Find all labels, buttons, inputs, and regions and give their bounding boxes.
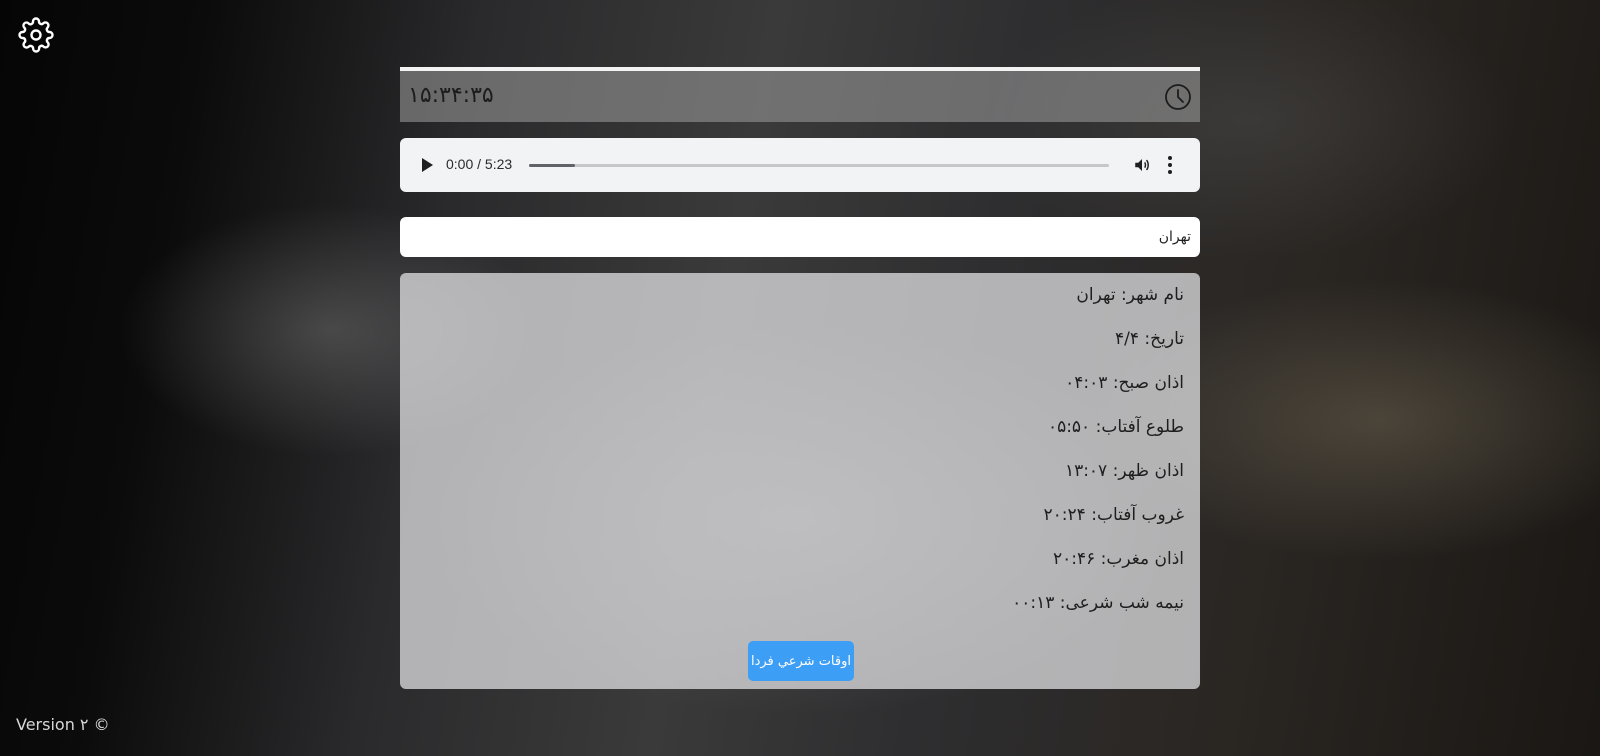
- sunset-row: غروب آفتاب: ۲۰:۲۴: [1043, 505, 1184, 525]
- fajr-row: اذان صبح: ۰۴:۰۳: [1065, 373, 1184, 393]
- city-name-row: نام شهر: تهران: [1076, 285, 1184, 305]
- dhuhr-row: اذان ظهر: ۱۳:۰۷: [1064, 461, 1184, 481]
- settings-button[interactable]: [18, 17, 54, 53]
- prayer-times-panel: نام شهر: تهران تاریخ: ۴/۴ اذان صبح: ۰۴:۰…: [400, 273, 1200, 689]
- maghrib-row: اذان مغرب: ۲۰:۴۶: [1053, 549, 1184, 569]
- audio-time-readout: 0:00 / 5:23: [446, 156, 513, 172]
- clock-time: ۱۵:۳۴:۳۵: [408, 83, 494, 108]
- gear-icon: [18, 17, 54, 53]
- audio-progress-bar[interactable]: [529, 164, 1109, 167]
- volume-icon[interactable]: [1133, 156, 1151, 174]
- clock-icon: [1165, 84, 1191, 110]
- sunrise-row: طلوع آفتاب: ۰۵:۵۰: [1047, 417, 1184, 437]
- play-icon[interactable]: [420, 157, 434, 173]
- clock-bar: ۱۵:۳۴:۳۵: [400, 67, 1200, 122]
- midnight-row: نیمه شب شرعی: ۰۰:۱۳: [1012, 593, 1184, 613]
- city-input[interactable]: [400, 217, 1200, 257]
- tomorrow-times-button[interactable]: اوقات شرعي فردا: [748, 641, 854, 681]
- date-row: تاریخ: ۴/۴: [1115, 329, 1184, 349]
- version-label: Version ۲ ©: [16, 715, 110, 734]
- more-menu-icon[interactable]: [1166, 154, 1174, 176]
- audio-player[interactable]: 0:00 / 5:23: [400, 138, 1200, 192]
- audio-buffer-fill: [529, 164, 576, 167]
- prayer-times-list: نام شهر: تهران تاریخ: ۴/۴ اذان صبح: ۰۴:۰…: [1012, 283, 1184, 635]
